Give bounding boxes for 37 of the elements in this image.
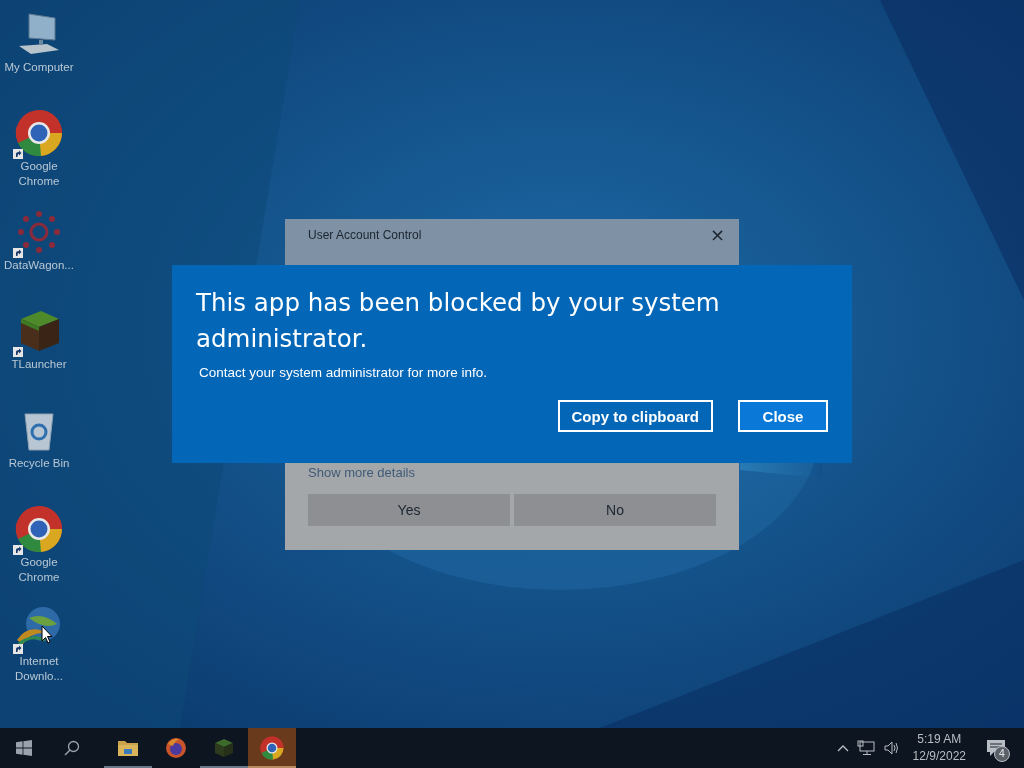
dialog-button[interactable]: No <box>514 494 716 526</box>
search-icon[interactable] <box>64 740 80 756</box>
shortcut-arrow-icon <box>13 545 23 555</box>
shortcut-arrow-icon <box>13 149 23 159</box>
copy-button[interactable]: Copy to clipboard <box>557 400 713 432</box>
dialog-title: This app has been blocked by your system administrator. <box>196 287 721 355</box>
fox-globe-icon <box>164 736 188 760</box>
window-title: User Account Control <box>308 228 422 242</box>
chevron-up-icon[interactable] <box>836 744 849 752</box>
speaker-icon[interactable] <box>882 740 901 756</box>
dialog-button[interactable]: Yes <box>308 494 510 526</box>
icon-label[interactable]: My Computer <box>0 60 78 75</box>
gear-icon[interactable] <box>15 208 63 256</box>
close-button[interactable]: Close <box>738 400 828 432</box>
network-icon[interactable] <box>856 740 875 756</box>
icon-label[interactable]: TLauncher <box>0 357 78 372</box>
icon-label[interactable]: Google Chrome <box>0 555 78 585</box>
chrome-icon[interactable] <box>15 109 63 157</box>
chrome-icon[interactable] <box>15 505 63 553</box>
icon-label[interactable]: Recycle Bin <box>0 456 78 471</box>
taskbar-app[interactable] <box>248 728 296 768</box>
clock-time[interactable]: 5:19 AM <box>917 731 962 748</box>
shortcut-arrow-icon <box>13 347 23 357</box>
shortcut-arrow-icon <box>13 644 23 654</box>
icon-label[interactable]: Google Chrome <box>0 159 78 189</box>
shortcut-arrow-icon <box>13 248 23 258</box>
grass-block-icon <box>212 736 236 760</box>
dialog-message: Contact your system administrator for more info. <box>198 365 489 380</box>
windows-logo-icon[interactable] <box>16 740 32 756</box>
clock-date[interactable]: 12/9/2022 <box>912 748 966 765</box>
notification-count: 4 <box>994 746 1010 762</box>
cursor-icon <box>41 625 53 644</box>
details-link[interactable]: Show more details <box>308 465 415 480</box>
icon-label[interactable]: Internet Downlo... <box>0 654 78 684</box>
close-button[interactable]: × <box>709 226 725 244</box>
icon-label[interactable]: DataWagon... <box>0 258 78 273</box>
chrome-icon <box>260 736 284 760</box>
